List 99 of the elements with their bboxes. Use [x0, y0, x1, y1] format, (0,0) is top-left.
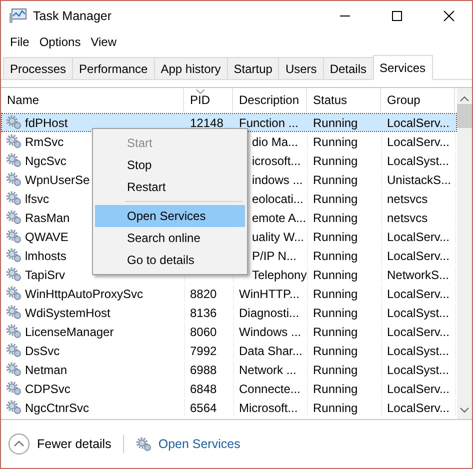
- tab[interactable]: Users: [278, 57, 324, 79]
- status-cell: Running: [308, 247, 382, 264]
- group-cell: netsvcs: [382, 209, 456, 226]
- group-cell: LocalSyst...: [382, 304, 456, 321]
- group-cell: netsvcs: [382, 190, 456, 207]
- status-cell: Running: [308, 152, 382, 169]
- group-cell: LocalServ...: [382, 114, 456, 131]
- status-cell: Running: [308, 171, 382, 188]
- status-cell: Running: [308, 209, 382, 226]
- monitor-graph-icon: [9, 8, 27, 24]
- status-cell: Running: [308, 285, 382, 302]
- menu-item[interactable]: Options: [34, 35, 86, 49]
- scroll-thumb[interactable]: [457, 104, 472, 128]
- pid-cell: 8820: [185, 285, 234, 302]
- description-cell: Diagnosti...: [234, 304, 308, 321]
- tab[interactable]: Performance: [72, 57, 155, 79]
- description-cell: Function ...: [234, 114, 308, 131]
- group-cell: LocalServ...: [382, 133, 456, 150]
- description-cell: Network ...: [234, 361, 308, 378]
- scrollbar[interactable]: [457, 88, 472, 419]
- context-menu-item[interactable]: Open Services: [95, 205, 245, 227]
- group-cell: LocalServ...: [382, 285, 456, 302]
- status-cell: Running: [308, 114, 382, 131]
- status-cell: Running: [308, 304, 382, 321]
- name-cell[interactable]: Netman: [2, 361, 185, 378]
- gear-icon: [6, 191, 22, 206]
- status-cell: Running: [308, 323, 382, 340]
- gear-icon: [6, 324, 22, 339]
- tab[interactable]: Processes: [3, 57, 74, 79]
- tab[interactable]: App history: [154, 57, 228, 79]
- gear-icon: [6, 400, 22, 415]
- group-cell: LocalSyst...: [382, 152, 456, 169]
- name-cell[interactable]: WdiSystemHost: [2, 304, 185, 321]
- gear-icon: [6, 210, 22, 225]
- status-cell: Running: [308, 228, 382, 245]
- column-header[interactable]: Name: [1, 88, 184, 112]
- group-cell: LocalServ...: [382, 380, 456, 397]
- status-cell: Running: [308, 190, 382, 207]
- pid-cell: 6564: [185, 399, 234, 416]
- pid-cell: 8060: [185, 323, 234, 340]
- name-cell[interactable]: WinHttpAutoProxySvc: [2, 285, 185, 302]
- group-cell: LocalServ...: [382, 247, 456, 264]
- gear-icon: [6, 172, 22, 187]
- name-cell[interactable]: fdPHost: [2, 114, 185, 131]
- fewer-details-button[interactable]: Fewer details: [8, 433, 112, 455]
- gear-icon: [6, 305, 22, 320]
- gear-icon: [6, 381, 22, 396]
- menu-item[interactable]: File: [5, 35, 34, 49]
- gear-icon: [136, 436, 152, 452]
- gear-icon: [6, 267, 22, 282]
- description-cell: Connecte...: [234, 380, 308, 397]
- pid-cell: 7992: [185, 342, 234, 359]
- status-cell: Running: [308, 399, 382, 416]
- group-cell: NetworkS...: [382, 266, 456, 283]
- column-header[interactable]: Status: [307, 88, 381, 112]
- gear-icon: [6, 286, 22, 301]
- column-header[interactable]: Description: [233, 88, 307, 112]
- status-cell: Running: [308, 266, 382, 283]
- scroll-down-icon[interactable]: [460, 407, 469, 413]
- tab[interactable]: Services: [372, 55, 433, 80]
- pid-cell: 6848: [185, 380, 234, 397]
- maximize-icon[interactable]: [391, 10, 403, 22]
- status-cell: Running: [308, 361, 382, 378]
- description-cell: Data Shar...: [234, 342, 308, 359]
- group-cell: LocalServ...: [382, 323, 456, 340]
- gear-icon: [6, 229, 22, 244]
- status-cell: Running: [308, 133, 382, 150]
- group-cell: LocalServ...: [382, 399, 456, 416]
- scroll-up-icon[interactable]: [460, 96, 469, 102]
- pid-cell: 8136: [185, 304, 234, 321]
- group-cell: LocalServ...: [382, 228, 456, 245]
- gear-icon: [6, 362, 22, 377]
- name-cell[interactable]: LicenseManager: [2, 323, 185, 340]
- name-cell[interactable]: CDPSvc: [2, 380, 185, 397]
- name-cell[interactable]: NgcCtnrSvc: [2, 399, 185, 416]
- column-header[interactable]: PID: [184, 88, 233, 112]
- window-title: Task Manager: [33, 9, 113, 23]
- gear-icon: [6, 153, 22, 168]
- column-header[interactable]: Group: [381, 88, 455, 112]
- group-cell: UnistackS...: [382, 171, 456, 188]
- menu-item[interactable]: View: [86, 35, 122, 49]
- gear-icon: [6, 343, 22, 358]
- gear-icon: [6, 248, 22, 263]
- tab[interactable]: Startup: [226, 57, 280, 79]
- description-cell: Windows ...: [234, 323, 308, 340]
- group-cell: LocalSyst...: [382, 361, 456, 378]
- description-cell: Microsoft...: [234, 399, 308, 416]
- name-cell[interactable]: DsSvc: [2, 342, 185, 359]
- gear-icon: [6, 115, 22, 130]
- pid-cell: 6988: [185, 361, 234, 378]
- group-cell: LocalSyst...: [382, 342, 456, 359]
- description-cell: WinHTTP...: [234, 285, 308, 302]
- status-cell: Running: [308, 380, 382, 397]
- gear-icon: [6, 134, 22, 149]
- collapse-chevron-icon: [8, 433, 30, 455]
- open-services-link[interactable]: Open Services: [136, 436, 240, 452]
- close-icon[interactable]: [443, 10, 455, 22]
- tab[interactable]: Details: [322, 57, 374, 79]
- status-cell: Running: [308, 342, 382, 359]
